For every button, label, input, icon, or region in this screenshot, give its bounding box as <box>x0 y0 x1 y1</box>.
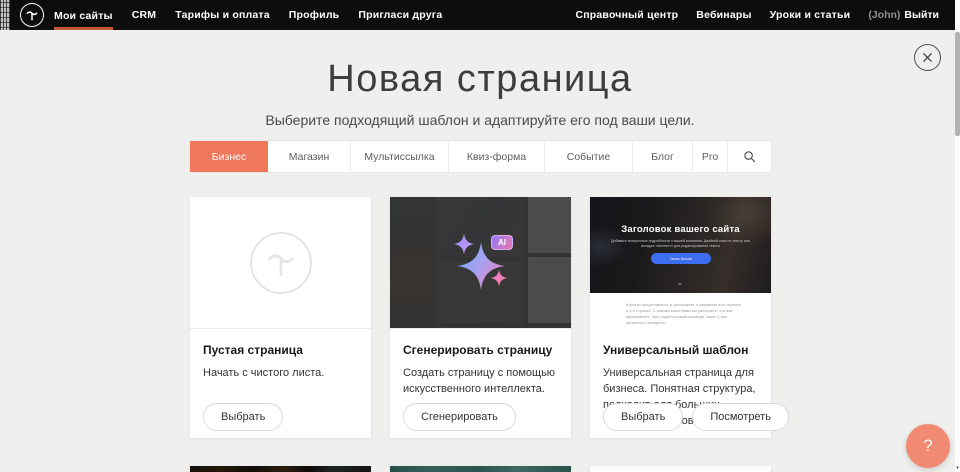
template-about-section: Коротко представьтесь и расскажите о ком… <box>590 293 771 329</box>
template-card-blank-page[interactable]: Пустая страница Начать с чистого листа. … <box>190 197 371 438</box>
scrollbar[interactable]: ▾ <box>955 0 960 472</box>
user-name: (John) <box>868 9 900 21</box>
nav-invite-friend[interactable]: Пригласи друга <box>358 0 442 30</box>
template-card-partial[interactable] <box>390 466 571 472</box>
card-description: Создать страницу с помощью искусственног… <box>403 365 558 397</box>
nav-lessons[interactable]: Уроки и статьи <box>770 9 851 21</box>
pattern-strip <box>0 0 10 30</box>
page-subtitle: Выберите подходящий шаблон и адаптируйте… <box>0 112 960 128</box>
generate-button[interactable]: Сгенерировать <box>403 403 516 431</box>
blank-page-preview <box>190 197 371 329</box>
card-info: Пустая страница Начать с чистого листа. … <box>190 329 371 438</box>
help-button[interactable]: ? <box>906 424 950 468</box>
tab-search[interactable] <box>728 141 771 172</box>
universal-template-preview: Заголовок вашего сайта Добавьте интересн… <box>590 197 771 329</box>
card-info: Универсальный шаблон Универсальная стран… <box>590 329 771 438</box>
tab-event[interactable]: Событие <box>545 141 633 172</box>
nav-webinars[interactable]: Вебинары <box>696 9 751 21</box>
tab-business[interactable]: Бизнес <box>190 141 268 172</box>
main-nav: Мои сайты CRM Тарифы и оплата Профиль Пр… <box>54 0 442 30</box>
search-icon <box>743 150 756 163</box>
card-title: Сгенерировать страницу <box>403 343 558 357</box>
select-blank-button[interactable]: Выбрать <box>203 403 283 431</box>
template-hero-title: Заголовок вашего сайта <box>590 224 771 235</box>
tab-quiz-form[interactable]: Квиз-форма <box>449 141 545 172</box>
tab-pro[interactable]: Pro <box>693 141 728 172</box>
ai-badge: AI <box>491 235 513 250</box>
template-card-ai-generate[interactable]: AI Сгенерировать страницу Создать страни… <box>390 197 571 438</box>
nav-plans[interactable]: Тарифы и оплата <box>175 0 270 30</box>
card-info: Сгенерировать страницу Создать страницу … <box>390 329 571 438</box>
template-card-partial[interactable] <box>190 466 371 472</box>
user-session: (John) Выйти <box>868 9 939 21</box>
select-template-button[interactable]: Выбрать <box>603 403 683 431</box>
card-title: Пустая страница <box>203 343 358 357</box>
tab-store[interactable]: Магазин <box>268 141 351 172</box>
scrollbar-thumb[interactable] <box>955 32 960 136</box>
template-about-text: Коротко представьтесь и расскажите о ком… <box>626 302 742 326</box>
top-navbar: Мои сайты CRM Тарифы и оплата Профиль Пр… <box>0 0 960 30</box>
template-card-partial[interactable] <box>590 466 771 472</box>
template-card-universal[interactable]: Заголовок вашего сайта Добавьте интересн… <box>590 197 771 438</box>
chevron-down-icon: ⌄ <box>676 279 684 287</box>
card-description: Начать с чистого листа. <box>203 365 358 381</box>
ai-preview: AI <box>390 197 571 329</box>
template-hero-section: Заголовок вашего сайта Добавьте интересн… <box>590 197 771 293</box>
tab-multilink[interactable]: Мультиссылка <box>351 141 449 172</box>
page-title: Новая страница <box>0 58 960 101</box>
template-hero-cta-button: Узнать больше <box>651 253 711 264</box>
small-sparkle-icon <box>490 269 508 287</box>
secondary-nav: Справочный центр Вебинары Уроки и статьи… <box>575 0 939 30</box>
tilda-logo-icon[interactable] <box>20 3 44 27</box>
logout-link[interactable]: Выйти <box>904 9 939 21</box>
nav-crm[interactable]: CRM <box>132 0 157 30</box>
tab-blog[interactable]: Блог <box>633 141 693 172</box>
template-hero-subtitle: Добавьте интересные подробности о вашей … <box>608 239 753 249</box>
nav-help-center[interactable]: Справочный центр <box>575 9 678 21</box>
scrollbar-down-arrow-icon[interactable]: ▾ <box>955 465 960 471</box>
preview-template-button[interactable]: Посмотреть <box>692 403 789 431</box>
nav-profile[interactable]: Профиль <box>289 0 340 30</box>
template-category-tabs: Бизнес Магазин Мультиссылка Квиз-форма С… <box>190 141 771 172</box>
tilda-watermark-icon <box>250 232 312 294</box>
page: Мои сайты CRM Тарифы и оплата Профиль Пр… <box>0 0 960 472</box>
nav-my-sites[interactable]: Мои сайты <box>54 0 113 30</box>
card-title: Универсальный шаблон <box>603 343 758 357</box>
